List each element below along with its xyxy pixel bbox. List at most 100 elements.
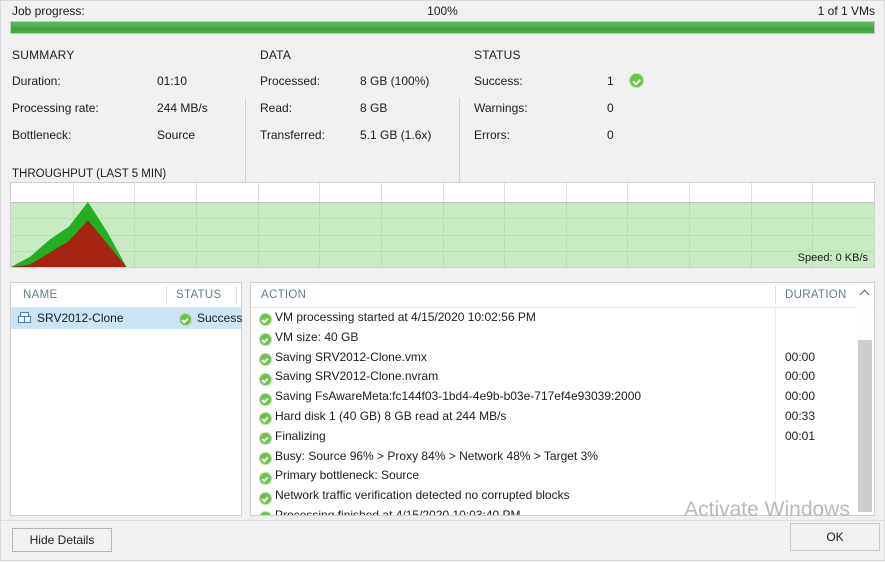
action-list-header: ACTION DURATION [251, 283, 874, 308]
action-duration-cell: 00:00 [785, 349, 816, 364]
throughput-speed-label: Speed: 0 KB/s [797, 252, 868, 264]
action-list-scrollbar[interactable] [857, 284, 873, 515]
status-warnings-value: 0 [607, 101, 614, 115]
summary-bottleneck-key: Bottleneck: [12, 128, 72, 142]
dialog-footer [0, 520, 885, 562]
data-read-key: Read: [260, 101, 293, 115]
details-panel: NAME STATUS SRV2012-Clone Success ACTION… [0, 276, 885, 520]
data-title: DATA [260, 48, 292, 62]
action-text-cell: Finalizing [275, 428, 326, 443]
action-text-cell: Busy: Source 96% > Proxy 84% > Network 4… [275, 448, 598, 463]
action-status-check-icon [259, 470, 272, 485]
action-text-cell: Processing finished at 4/15/2020 10:03:4… [275, 507, 521, 516]
table-row[interactable]: Finalizing 00:01 [251, 427, 874, 447]
status-column: STATUS Success: 1 Warnings: 0 Errors: 0 [474, 48, 674, 155]
action-text-cell: Saving SRV2012-Clone.vmx [275, 349, 427, 364]
throughput-chart-svg [11, 183, 874, 267]
summary-row-bottleneck: Bottleneck: Source [12, 128, 244, 155]
job-progress-header: Job progress: 100% 1 of 1 VMs [0, 0, 885, 40]
action-duration-cell: 00:01 [785, 428, 816, 443]
action-status-check-icon [259, 352, 272, 366]
action-text-cell: Saving FsAwareMeta:fc144f03-1bd4-4e9b-b0… [275, 389, 642, 404]
table-row[interactable]: SRV2012-Clone Success [11, 308, 242, 329]
summary-row-duration: Duration: 01:10 [12, 74, 244, 101]
data-read-value: 8 GB [360, 101, 388, 115]
vm-header-separator-2 [236, 286, 237, 304]
vm-status-check-icon [179, 312, 192, 327]
data-transferred-value: 5.1 GB (1.6x) [360, 128, 432, 142]
data-row-transferred: Transferred: 5.1 GB (1.6x) [260, 128, 465, 155]
table-row[interactable]: Processing finished at 4/15/2020 10:03:4… [251, 506, 874, 516]
job-progress-bar [10, 21, 875, 34]
action-list-pane: ACTION DURATION VM processing started at… [250, 282, 875, 516]
action-duration-cell: 00:00 [785, 389, 816, 404]
status-warnings-key: Warnings: [474, 101, 528, 115]
table-row[interactable]: Hard disk 1 (40 GB) 8 GB read at 244 MB/… [251, 407, 874, 427]
scrollbar-thumb[interactable] [858, 340, 872, 512]
vm-header-separator-1 [166, 286, 167, 304]
summary-column: SUMMARY Duration: 01:10 Processing rate:… [12, 48, 244, 155]
status-success-key: Success: [474, 74, 523, 88]
status-success-value: 1 [607, 74, 614, 88]
action-text-cell: Primary bottleneck: Source [275, 468, 420, 483]
summary-processing-rate-key: Processing rate: [12, 101, 99, 115]
summary-bottleneck-value: Source [157, 128, 196, 142]
status-row-warnings: Warnings: 0 [474, 101, 674, 128]
vm-icon [17, 311, 32, 325]
job-progress-vm-count: 1 of 1 VMs [817, 4, 875, 18]
status-row-errors: Errors: 0 [474, 128, 674, 155]
action-text-cell: Hard disk 1 (40 GB) 8 GB read at 244 MB/… [275, 408, 507, 423]
job-progress-dialog: Job progress: 100% 1 of 1 VMs SUMMARY Du… [0, 0, 885, 562]
scroll-up-icon[interactable] [857, 284, 873, 300]
action-text-cell: Network traffic verification detected no… [275, 488, 570, 503]
summary-duration-value: 01:10 [157, 74, 188, 88]
table-row[interactable]: VM size: 40 GB [251, 328, 874, 348]
status-errors-value: 0 [607, 128, 614, 142]
hide-details-button[interactable]: Hide Details [12, 528, 112, 552]
statistics-panel: SUMMARY Duration: 01:10 Processing rate:… [0, 48, 885, 210]
action-rows-container: VM processing started at 4/15/2020 10:02… [251, 308, 874, 516]
table-row[interactable]: VM processing started at 4/15/2020 10:02… [251, 308, 874, 328]
table-row[interactable]: Saving FsAwareMeta:fc144f03-1bd4-4e9b-b0… [251, 387, 874, 407]
action-status-check-icon [259, 312, 272, 327]
status-row-success: Success: 1 [474, 73, 674, 101]
data-processed-key: Processed: [260, 74, 321, 88]
vm-list-pane: NAME STATUS SRV2012-Clone Success [10, 282, 242, 516]
vm-name-cell: SRV2012-Clone [37, 311, 124, 325]
status-errors-key: Errors: [474, 128, 510, 142]
data-transferred-key: Transferred: [260, 128, 325, 142]
action-status-check-icon [259, 391, 272, 406]
action-status-check-icon [259, 451, 272, 465]
summary-duration-key: Duration: [12, 74, 61, 88]
summary-row-processing-rate: Processing rate: 244 MB/s [12, 101, 244, 128]
data-row-processed: Processed: 8 GB (100%) [260, 74, 465, 101]
success-check-icon [629, 73, 644, 89]
action-status-check-icon [259, 411, 272, 426]
table-row[interactable]: Network traffic verification detected no… [251, 486, 874, 506]
data-column: DATA Processed: 8 GB (100%) Read: 8 GB T… [260, 48, 465, 155]
summary-title: SUMMARY [12, 48, 75, 62]
column-header-name[interactable]: NAME [23, 289, 57, 301]
column-header-action[interactable]: ACTION [261, 289, 306, 301]
table-row[interactable]: Saving SRV2012-Clone.vmx 00:00 [251, 348, 874, 368]
action-duration-cell: 00:33 [785, 408, 816, 423]
status-title: STATUS [474, 48, 521, 62]
job-progress-bar-fill [11, 22, 874, 33]
action-text-cell: Saving SRV2012-Clone.nvram [275, 369, 439, 384]
table-row[interactable]: Busy: Source 96% > Proxy 84% > Network 4… [251, 447, 874, 467]
table-row[interactable]: Saving SRV2012-Clone.nvram 00:00 [251, 367, 874, 387]
column-header-status[interactable]: STATUS [176, 289, 221, 301]
table-row[interactable]: Primary bottleneck: Source [251, 466, 874, 486]
action-status-check-icon [259, 431, 272, 446]
column-header-duration[interactable]: DURATION [785, 289, 847, 301]
data-processed-value: 8 GB (100%) [360, 74, 430, 88]
action-status-check-icon [259, 371, 272, 386]
action-status-check-icon [259, 490, 272, 505]
vm-list-header: NAME STATUS [11, 283, 241, 308]
data-row-read: Read: 8 GB [260, 101, 465, 128]
action-text-cell: VM processing started at 4/15/2020 10:02… [275, 310, 536, 324]
action-status-check-icon [259, 510, 272, 515]
action-duration-cell: 00:00 [785, 369, 816, 384]
action-status-check-icon [259, 332, 272, 347]
ok-button[interactable]: OK [790, 523, 880, 551]
